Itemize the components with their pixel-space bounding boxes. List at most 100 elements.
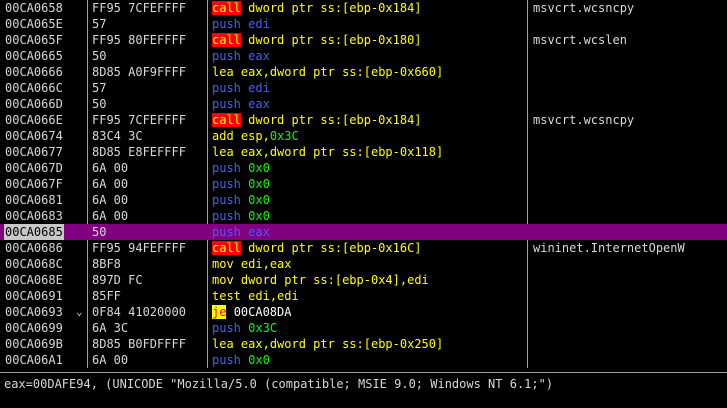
disassembly-row[interactable]: 00CA067D 6A 00 push 0x0 [0,160,727,176]
hex-bytes-cell: FF95 7CFEFFFF [92,113,186,127]
hex-bytes-cell: 8D85 A0F9FFFF [92,65,186,79]
disassembly-row[interactable]: 00CA068C 8BF8 mov edi,eax [0,256,727,272]
address-cell: 00CA0674 [5,129,63,143]
disassembly-row[interactable]: 00CA068E 897D FC mov dword ptr ss:[ebp-0x4… [0,272,727,288]
operand: dword ptr ss:[ebp-0x4],edi [240,273,429,287]
address-cell: 00CA0693 [5,305,63,319]
disassembly-pane[interactable]: 00CA0658 FF95 7CFEFFFF call dword ptr ss:[… [0,0,727,368]
hex-bytes-cell: 8D85 E8FEFFFF [92,145,186,159]
instruction-cell: mov dword ptr ss:[ebp-0x4],edi [212,272,429,288]
disassembly-row[interactable]: 00CA067F 6A 00 push 0x0 [0,176,727,192]
hex-bytes-cell: 50 [92,49,107,63]
hex-bytes-cell: 50 [92,225,107,239]
instruction-cell: call dword ptr ss:[ebp-0x16C] [212,240,422,256]
disassembly-row[interactable]: 00CA0666 8D85 A0F9FFFF lea eax,dword ptr s… [0,64,727,80]
address-cell: 00CA066D [5,97,63,111]
hex-bytes-cell: 6A 3C [92,321,129,335]
mnemonic: push [212,49,241,63]
operand: dword ptr ss:[ebp-0x16C] [248,241,422,255]
operand: eax,dword ptr ss:[ebp-0x118] [240,145,444,159]
mnemonic: mov [212,257,234,271]
hex-bytes-cell: 6A 00 [92,193,129,207]
mnemonic: push [212,177,241,191]
operand: edi [248,81,270,95]
address-cell: 00CA0683 [5,209,63,223]
address-cell: 00CA067F [5,177,63,191]
disassembly-row[interactable]: 00CA0699 6A 3C push 0x3C [0,320,727,336]
disassembly-row[interactable]: 00CA0693 ⌄ 0F84 41020000 je 00CA08DA [0,304,727,320]
disassembly-row[interactable]: 00CA066C 57 push edi [0,80,727,96]
instruction-cell: call dword ptr ss:[ebp-0x180] [212,32,422,48]
immediate-value: 0x0 [248,161,270,175]
mnemonic: push [212,81,241,95]
address-cell: 00CA0665 [5,49,63,63]
mnemonic: lea [212,65,234,79]
instruction-cell: push eax [212,224,270,240]
address-cell: 00CA068E [5,273,63,287]
disassembly-row[interactable]: 00CA0686 FF95 94FEFFFF call dword ptr ss:[… [0,240,727,256]
disassembly-row[interactable]: 00CA0681 6A 00 push 0x0 [0,192,727,208]
immediate-value: 0x0 [248,193,270,207]
instruction-cell: add esp,0x3C [212,128,299,144]
disassembly-row[interactable]: 00CA066E FF95 7CFEFFFF call dword ptr ss:[… [0,112,727,128]
hex-bytes-cell: 50 [92,97,107,111]
hex-bytes-cell: 8BF8 [92,257,121,271]
address-cell: 00CA0681 [5,193,63,207]
operand: eax [248,49,270,63]
mnemonic: push [212,17,241,31]
immediate-value: 0x3C [248,321,278,335]
disassembly-row[interactable]: 00CA0685 50 push eax [0,224,727,240]
operand: eax,dword ptr ss:[ebp-0x660] [240,65,444,79]
mnemonic: mov [212,273,234,287]
instruction-cell: call dword ptr ss:[ebp-0x184] [212,0,422,16]
hex-bytes-cell: 57 [92,81,107,95]
instruction-cell: push eax [212,96,270,112]
instruction-cell: push 0x0 [212,176,270,192]
address-cell: 00CA0685 [4,224,64,240]
operand: esp, [240,129,270,143]
mnemonic: lea [212,337,234,351]
instruction-cell: push 0x0 [212,160,270,176]
operand: dword ptr ss:[ebp-0x184] [248,1,422,15]
address-cell: 00CA069B [5,337,63,351]
instruction-cell: test edi,edi [212,288,299,304]
instruction-cell: push edi [212,16,270,32]
disassembly-row[interactable]: 00CA0674 83C4 3C add esp,0x3C [0,128,727,144]
disassembly-row[interactable]: 00CA065F FF95 80FEFFFF call dword ptr ss:[… [0,32,727,48]
mnemonic: call [212,241,241,255]
instruction-cell: push eax [212,48,270,64]
address-cell: 00CA066C [5,81,63,95]
disassembly-row[interactable]: 00CA066D 50 push eax [0,96,727,112]
comment-cell: wininet.InternetOpenW [533,241,685,255]
disassembly-row[interactable]: 00CA0665 50 push eax [0,48,727,64]
instruction-cell: call dword ptr ss:[ebp-0x184] [212,112,422,128]
disassembly-row[interactable]: 00CA065E 57 push edi [0,16,727,32]
disassembly-row[interactable]: 00CA0677 8D85 E8FEFFFF lea eax,dword ptr s… [0,144,727,160]
disassembly-row[interactable]: 00CA069B 8D85 B0FDFFFF lea eax,dword ptr s… [0,336,727,352]
disassembly-row[interactable]: 00CA0691 85FF test edi,edi [0,288,727,304]
mnemonic: add [212,129,234,143]
mnemonic: je [212,305,227,319]
immediate-value: 0x0 [248,177,270,191]
immediate-value: 0x3C [269,129,299,143]
mnemonic: call [212,1,241,15]
address-cell: 00CA067D [5,161,63,175]
operand: dword ptr ss:[ebp-0x184] [248,113,422,127]
disassembly-row[interactable]: 00CA06A1 6A 00 push 0x0 [0,352,727,368]
address-cell: 00CA066E [5,113,63,127]
immediate-value: 0x0 [248,353,270,367]
operand: edi [248,17,270,31]
instruction-cell: push 0x3C [212,320,277,336]
hex-bytes-cell: 0F84 41020000 [92,305,186,319]
hex-bytes-cell: 6A 00 [92,353,129,367]
instruction-cell: push 0x0 [212,208,270,224]
comment-cell: msvcrt.wcslen [533,33,627,47]
mnemonic: call [212,33,241,47]
disassembly-row[interactable]: 00CA0658 FF95 7CFEFFFF call dword ptr ss:[… [0,0,727,16]
disassembly-row[interactable]: 00CA0683 6A 00 push 0x0 [0,208,727,224]
mnemonic: lea [212,145,234,159]
mnemonic: push [212,193,241,207]
instruction-cell: je 00CA08DA [212,304,291,320]
hex-bytes-cell: 83C4 3C [92,129,143,143]
instruction-cell: push 0x0 [212,352,270,368]
